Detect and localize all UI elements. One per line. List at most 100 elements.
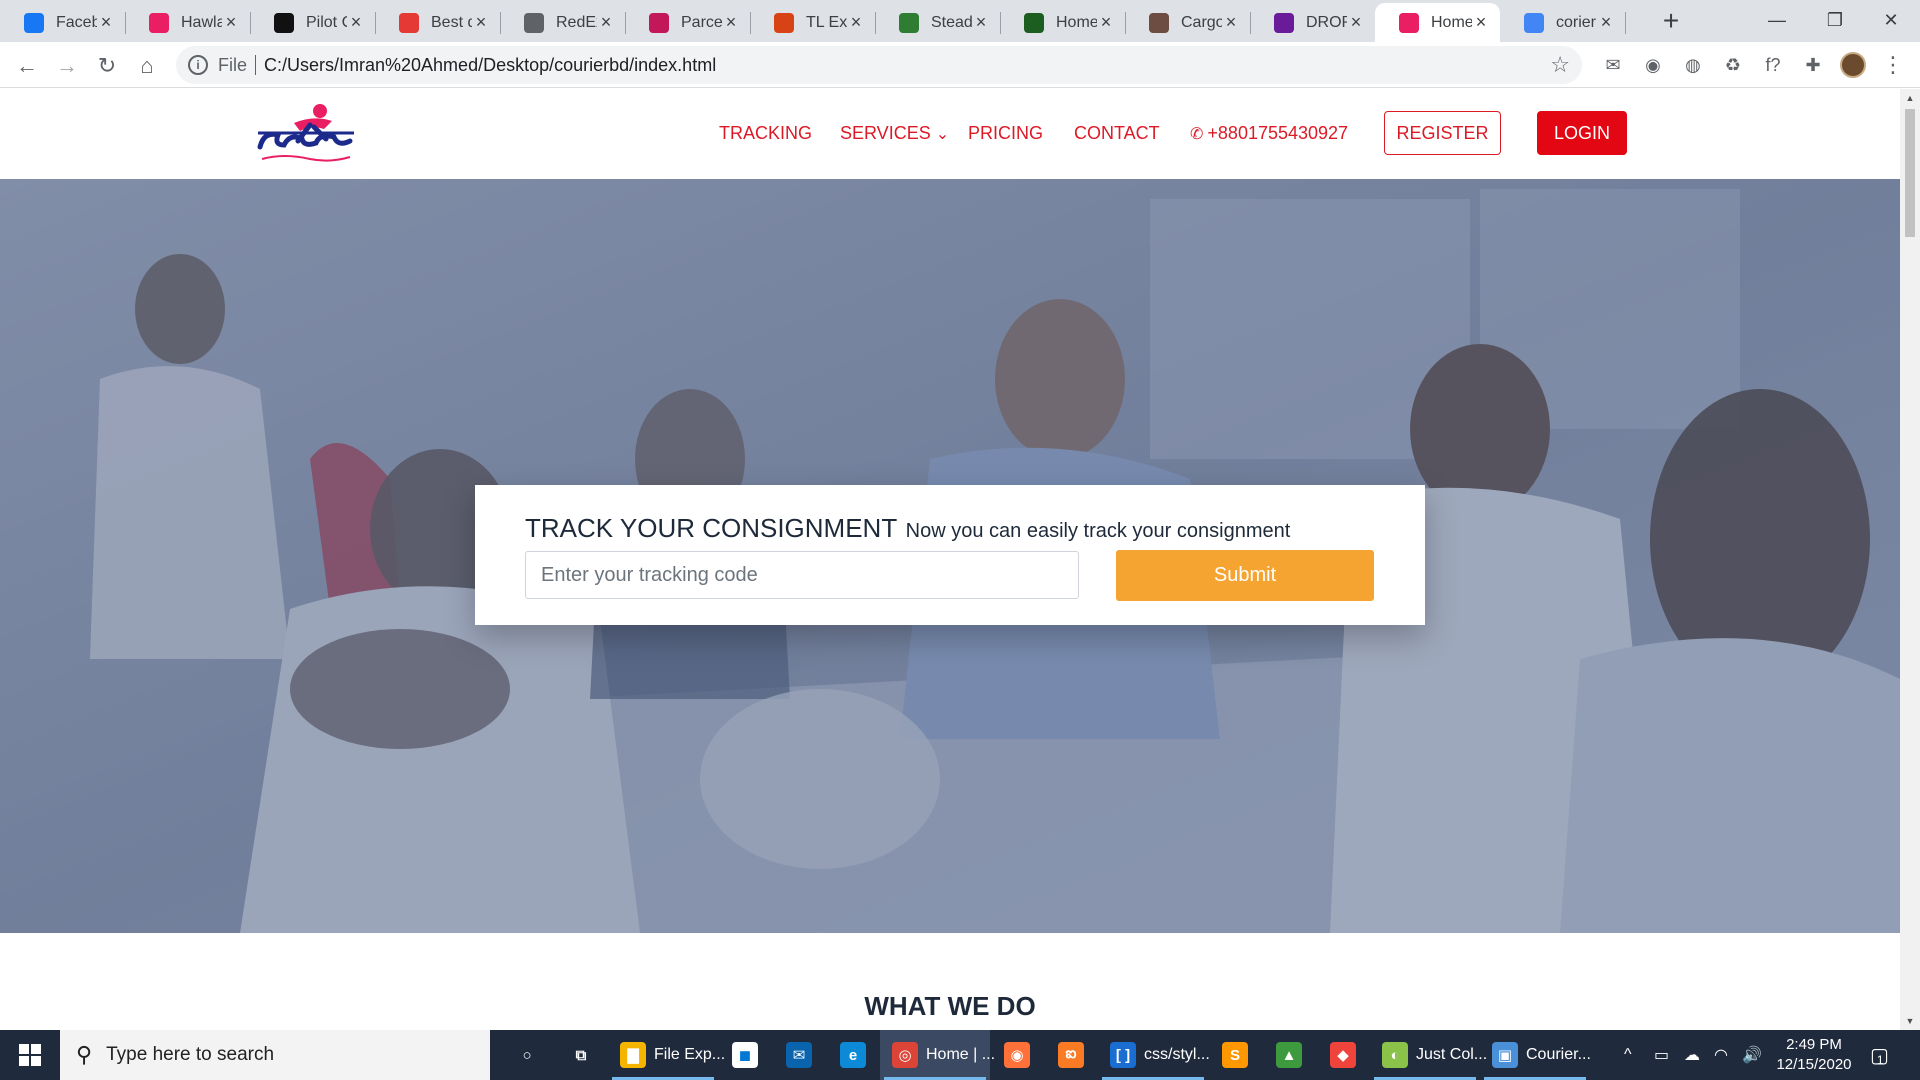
address-bar[interactable]: i File C:/Users/Imran%20Ahmed/Desktop/co…	[176, 46, 1582, 84]
nav-contact[interactable]: CONTACT	[1074, 123, 1160, 144]
forward-button[interactable]: →	[50, 49, 84, 83]
close-tab-icon[interactable]: ×	[847, 12, 865, 33]
new-tab-button[interactable]: +	[1656, 6, 1686, 36]
taskbar-app[interactable]: ▣ Courier...	[1480, 1030, 1591, 1080]
tracking-card: TRACK YOUR CONSIGNMENT Now you can easil…	[475, 485, 1425, 625]
browser-tab[interactable]: Parcel ×	[625, 3, 750, 42]
browser-tab[interactable]: TL Exp×	[750, 3, 875, 42]
taskbar-app[interactable]: ◐ Just Col...	[1370, 1030, 1487, 1080]
browser-tab[interactable]: Steadf×	[875, 3, 1000, 42]
bookmark-star-icon[interactable]: ☆	[1550, 52, 1570, 78]
taskbar-app[interactable]: ▇ File Exp...	[608, 1030, 725, 1080]
tracking-submit-button[interactable]: Submit	[1116, 550, 1374, 601]
taskbar-app[interactable]: ◆	[1316, 1030, 1370, 1080]
taskbar-app[interactable]: ఐ	[1044, 1030, 1098, 1080]
steadfast-logo-icon	[899, 12, 919, 33]
close-tab-icon[interactable]: ×	[722, 12, 740, 33]
close-tab-icon[interactable]: ×	[1472, 12, 1490, 33]
system-clock[interactable]: 2:49 PM 12/15/2020	[1764, 1035, 1864, 1075]
globe-ext-icon[interactable]: ◍	[1680, 52, 1706, 78]
mail-off-icon[interactable]: ✉	[1600, 52, 1626, 78]
start-button[interactable]	[0, 1030, 60, 1080]
taskbar-app[interactable]: ○	[500, 1030, 554, 1080]
folder-icon: ▇	[620, 1042, 646, 1068]
taskbar-app[interactable]: ◼	[718, 1030, 772, 1080]
site-header: TRACKING SERVICES ⌄ PRICING CONTACT ✆ +88…	[0, 89, 1900, 179]
hero-section: TRACK YOUR CONSIGNMENT Now you can easil…	[0, 179, 1900, 933]
browser-tab[interactable]: Facebo×	[0, 3, 125, 42]
close-window-button[interactable]: ✕	[1862, 0, 1920, 40]
browser-tab[interactable]: corier ×	[1500, 3, 1625, 42]
scroll-down-arrow-icon[interactable]: ▼	[1900, 1012, 1920, 1030]
browser-tab[interactable]: Home ×	[1000, 3, 1125, 42]
taskbar-app[interactable]: e	[826, 1030, 880, 1080]
taskbar-app[interactable]: ◎ Home | ...	[880, 1030, 995, 1080]
browser-tab[interactable]: Pilot C×	[250, 3, 375, 42]
nav-tracking[interactable]: TRACKING	[719, 123, 812, 144]
reload-button[interactable]: ↻	[90, 49, 124, 83]
login-button[interactable]: LOGIN	[1537, 111, 1627, 155]
scroll-thumb[interactable]	[1905, 109, 1915, 237]
close-tab-icon[interactable]: ×	[1222, 12, 1240, 33]
function-icon[interactable]: f?	[1760, 52, 1786, 78]
taskbar-app[interactable]: ⧉	[554, 1030, 608, 1080]
close-tab-icon[interactable]: ×	[1347, 12, 1365, 33]
browser-tab[interactable]: Best d ×	[375, 3, 500, 42]
recycle-icon[interactable]: ♻	[1720, 52, 1746, 78]
camera-icon[interactable]: ◉	[1640, 52, 1666, 78]
page-scrollbar[interactable]: ▲ ▼	[1900, 89, 1920, 1030]
photo-icon: ▲	[1276, 1042, 1302, 1068]
tracking-code-input[interactable]	[525, 551, 1079, 599]
register-button[interactable]: REGISTER	[1384, 111, 1501, 155]
volume-icon[interactable]: 🔊	[1742, 1030, 1762, 1080]
notification-center-button[interactable]: ▢ 1	[1870, 1030, 1889, 1080]
close-tab-icon[interactable]: ×	[972, 12, 990, 33]
tray-overflow-icon[interactable]: ^	[1624, 1030, 1632, 1080]
taskbar-app[interactable]: S	[1208, 1030, 1262, 1080]
browser-tab[interactable]: Home ×	[1375, 3, 1500, 42]
browser-tab[interactable]: DROPE×	[1250, 3, 1375, 42]
browser-tab[interactable]: RedEx×	[500, 3, 625, 42]
site-info-icon[interactable]: i	[188, 55, 208, 75]
xampp-icon: ఐ	[1058, 1042, 1084, 1068]
taskbar-app[interactable]: ✉	[772, 1030, 826, 1080]
courier-logo-icon	[1024, 12, 1044, 33]
browser-tab[interactable]: Hawlac×	[125, 3, 250, 42]
home-button[interactable]: ⌂	[130, 49, 164, 83]
phone-icon: ✆	[1190, 126, 1204, 143]
puzzle-icon[interactable]: ✚	[1800, 52, 1826, 78]
onedrive-icon[interactable]: ☁	[1684, 1030, 1700, 1080]
scroll-up-arrow-icon[interactable]: ▲	[1900, 89, 1920, 107]
profile-avatar[interactable]	[1840, 52, 1866, 78]
close-tab-icon[interactable]: ×	[1097, 12, 1115, 33]
close-tab-icon[interactable]: ×	[1597, 12, 1615, 33]
taskbar-app[interactable]: ▲	[1262, 1030, 1316, 1080]
close-tab-icon[interactable]: ×	[597, 12, 615, 33]
battery-icon[interactable]: ▭	[1654, 1030, 1669, 1080]
wifi-icon[interactable]: ◠	[1714, 1030, 1728, 1080]
mail-icon: ✉	[786, 1042, 812, 1068]
browser-tab[interactable]: Cargo ×	[1125, 3, 1250, 42]
anydesk-icon: ◆	[1330, 1042, 1356, 1068]
nav-pricing[interactable]: PRICING	[968, 123, 1043, 144]
minimize-button[interactable]: —	[1748, 0, 1806, 40]
browser-toolbar: ← → ↻ ⌂ i File C:/Users/Imran%20Ahmed/De…	[0, 42, 1920, 88]
url-text[interactable]: C:/Users/Imran%20Ahmed/Desktop/courierbd…	[264, 55, 716, 76]
taskbar-app[interactable]: [ ] css/styl...	[1098, 1030, 1210, 1080]
close-tab-icon[interactable]: ×	[222, 12, 240, 33]
tab-title: Facebo	[56, 13, 97, 31]
taskbar-search[interactable]: ⚲ Type here to search	[60, 1030, 490, 1080]
maximize-button[interactable]: ❐	[1806, 0, 1864, 40]
close-tab-icon[interactable]: ×	[472, 12, 490, 33]
close-tab-icon[interactable]: ×	[347, 12, 365, 33]
browser-menu-icon[interactable]: ⋮	[1880, 52, 1906, 78]
taskbar-app[interactable]: ◉	[990, 1030, 1044, 1080]
google-icon	[1524, 12, 1544, 33]
back-button[interactable]: ←	[10, 49, 44, 83]
nav-services[interactable]: SERVICES ⌄	[840, 123, 949, 144]
parcel-logo-icon	[649, 12, 669, 33]
store-icon: ◼	[732, 1042, 758, 1068]
close-tab-icon[interactable]: ×	[97, 12, 115, 33]
nav-phone[interactable]: ✆ +8801755430927	[1190, 123, 1348, 144]
chevron-down-icon: ⌄	[935, 126, 950, 143]
